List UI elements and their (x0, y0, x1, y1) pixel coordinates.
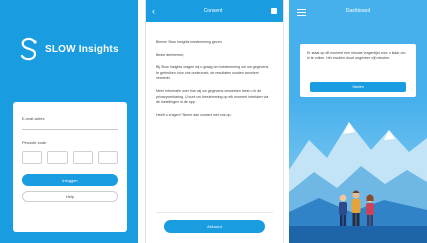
dialog-message: Er staat op dit moment een nieuwe vragen… (307, 51, 406, 61)
mountain-illustration (289, 100, 427, 243)
login-screen: SLOW Insights E-mail adres Pincode code … (0, 0, 138, 243)
pin-label: Pincode code (22, 140, 47, 145)
divider (156, 212, 273, 213)
pin-input-row (22, 151, 118, 164)
consent-paragraph: Meer informatie over hoe wij uw gegevens… (156, 88, 269, 105)
pin-digit-4[interactable] (97, 151, 118, 164)
consent-paragraph: Beste deelnemer, (156, 52, 184, 57)
consent-paragraph: Bij Slow Insights vragen wij u graag om … (156, 65, 269, 81)
app-logo: SLOW Insights (18, 36, 119, 62)
pin-digit-3[interactable] (72, 151, 93, 164)
pin-digit-2[interactable] (47, 151, 68, 164)
consent-text: Binnen Slow Insights toestemming geven B… (156, 40, 271, 125)
consent-paragraph: Binnen Slow Insights toestemming geven (156, 40, 222, 44)
back-arrow-icon[interactable]: ‹ (152, 6, 155, 16)
pin-digit-1[interactable] (22, 151, 43, 164)
dashboard-title: Dashboard (345, 8, 371, 14)
login-card: E-mail adres Pincode code Inloggen Help (13, 102, 127, 232)
consent-app-bar: ‹ Consent (146, 0, 283, 22)
questionnaire-dialog: Er staat op dit moment een nieuwe vragen… (300, 44, 416, 97)
help-button[interactable]: Help (22, 191, 118, 202)
consent-title: Consent (203, 8, 223, 14)
start-button[interactable]: Starten (310, 82, 406, 92)
consent-paragraph: Heeft u vragen? Neem dan contact met ons… (156, 112, 232, 117)
consent-screen: ‹ Consent Binnen Slow Insights toestemmi… (145, 0, 284, 243)
accept-button[interactable]: Akkoord (164, 220, 265, 233)
menu-square-icon[interactable] (271, 8, 277, 14)
screenshot-strip: SLOW Insights E-mail adres Pincode code … (0, 0, 427, 243)
dashboard-screen: Dashboard Er staat op dit moment een nie… (289, 0, 427, 243)
login-button[interactable]: Inloggen (22, 174, 118, 186)
app-name: SLOW Insights (45, 43, 119, 55)
email-field[interactable] (22, 121, 118, 130)
logo-icon (20, 37, 37, 61)
